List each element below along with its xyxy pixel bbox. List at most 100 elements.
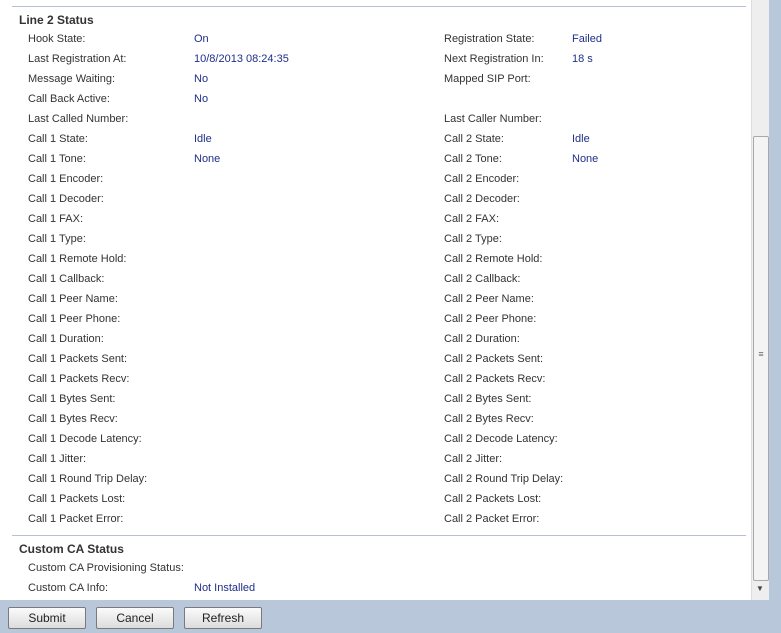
status-scroll-area[interactable]: Line 2 Status Hook State: On Registration … <box>8 0 750 600</box>
custom-ca-status-title: Custom CA Status <box>19 542 124 556</box>
status-row: Call 1 Packets Sent: Call 2 Packets Sent: <box>8 353 750 373</box>
status-label-left: Call 1 Peer Phone: <box>28 313 121 325</box>
status-label-right: Mapped SIP Port: <box>444 73 531 85</box>
status-value-left: Idle <box>194 133 212 145</box>
status-row: Last Registration At: 10/8/2013 08:24:35 N… <box>8 53 750 73</box>
status-label-left: Call Back Active: <box>28 93 110 105</box>
top-divider <box>12 6 746 7</box>
status-row: Call 1 Tone: None Call 2 Tone: None <box>8 153 750 173</box>
status-row: Call Back Active: No <box>8 93 750 113</box>
status-value-right: Failed <box>572 33 602 45</box>
status-label-left: Call 1 Bytes Sent: <box>28 393 116 405</box>
status-value-left: 10/8/2013 08:24:35 <box>194 53 289 65</box>
status-label-right: Call 2 State: <box>444 133 504 145</box>
status-label-left: Call 1 Duration: <box>28 333 104 345</box>
status-label-left: Call 1 Packets Sent: <box>28 353 128 365</box>
status-label-right: Last Caller Number: <box>444 113 542 125</box>
status-row: Call 1 Packets Lost: Call 2 Packets Lost: <box>8 493 750 513</box>
status-row: Call 1 Jitter: Call 2 Jitter: <box>8 453 750 473</box>
submit-button[interactable]: Submit <box>8 607 86 629</box>
status-label-right: Call 2 Packets Recv: <box>444 373 546 385</box>
status-label-right: Call 2 Bytes Sent: <box>444 393 532 405</box>
status-row: Call 1 Bytes Recv: Call 2 Bytes Recv: <box>8 413 750 433</box>
status-label-left: Call 1 Peer Name: <box>28 293 118 305</box>
grip-lines-icon: ≡ <box>758 349 764 359</box>
status-row: Call 1 Decode Latency: Call 2 Decode Late… <box>8 433 750 453</box>
status-row: Call 1 Peer Phone: Call 2 Peer Phone: <box>8 313 750 333</box>
status-label-left: Call 1 Round Trip Delay: <box>28 473 148 485</box>
status-label-left: Call 1 Callback: <box>28 273 105 285</box>
status-label-right: Next Registration In: <box>444 53 544 65</box>
vertical-scrollbar[interactable]: ≡ ▼ <box>751 0 769 600</box>
status-row: Custom CA Provisioning Status: <box>8 562 750 582</box>
arrow-down-icon[interactable]: ▼ <box>755 584 765 596</box>
status-label-left: Message Waiting: <box>28 73 116 85</box>
status-label-right: Call 2 Peer Phone: <box>444 313 537 325</box>
status-label-left: Call 1 Jitter: <box>28 453 87 465</box>
status-label-left: Call 1 FAX: <box>28 213 84 225</box>
status-row: Call 1 Bytes Sent: Call 2 Bytes Sent: <box>8 393 750 413</box>
status-label-right: Call 2 Encoder: <box>444 173 520 185</box>
status-label-right: Call 2 Remote Hold: <box>444 253 543 265</box>
status-label-left: Call 1 Bytes Recv: <box>28 413 118 425</box>
status-value-left: Not Installed <box>194 582 256 594</box>
status-label-right: Call 2 Decode Latency: <box>444 433 558 445</box>
section-divider <box>12 535 746 536</box>
status-label-right: Call 2 Bytes Recv: <box>444 413 534 425</box>
status-label-left: Call 1 Tone: <box>28 153 86 165</box>
status-label-left: Last Registration At: <box>28 53 127 65</box>
status-row: Call 1 Packet Error: Call 2 Packet Error: <box>8 513 750 533</box>
frame-edge <box>769 0 781 600</box>
status-label-right: Call 2 FAX: <box>444 213 500 225</box>
status-row: Call 1 State: Idle Call 2 State: Idle <box>8 133 750 153</box>
line2-status-title: Line 2 Status <box>19 13 94 27</box>
status-label-left: Call 1 Packets Recv: <box>28 373 130 385</box>
status-value-left: None <box>194 153 221 165</box>
status-label-right: Call 2 Tone: <box>444 153 502 165</box>
status-row: Call 1 Packets Recv: Call 2 Packets Recv: <box>8 373 750 393</box>
status-label-left: Call 1 Decoder: <box>28 193 104 205</box>
status-row: Call 1 Remote Hold: Call 2 Remote Hold: <box>8 253 750 273</box>
status-label-right: Call 2 Jitter: <box>444 453 503 465</box>
scrollbar-thumb[interactable]: ≡ <box>753 136 769 581</box>
status-row: Last Called Number: Last Caller Number: <box>8 113 750 133</box>
status-label-right: Registration State: <box>444 33 535 45</box>
refresh-button[interactable]: Refresh <box>184 607 262 629</box>
status-label-left: Custom CA Provisioning Status: <box>28 562 184 574</box>
status-row: Call 1 Peer Name: Call 2 Peer Name: <box>8 293 750 313</box>
status-row: Call 1 Round Trip Delay: Call 2 Round Tri… <box>8 473 750 493</box>
status-value-right: 18 s <box>572 53 593 65</box>
status-row: Call 1 FAX: Call 2 FAX: <box>8 213 750 233</box>
status-label-right: Call 2 Packets Sent: <box>444 353 544 365</box>
status-label-left: Call 1 Packets Lost: <box>28 493 126 505</box>
status-row: Message Waiting: No Mapped SIP Port: <box>8 73 750 93</box>
status-row: Call 1 Type: Call 2 Type: <box>8 233 750 253</box>
status-label-left: Call 1 Remote Hold: <box>28 253 127 265</box>
status-row: Hook State: On Registration State: Failed <box>8 33 750 53</box>
status-label-left: Call 1 Type: <box>28 233 86 245</box>
status-row: Call 1 Encoder: Call 2 Encoder: <box>8 173 750 193</box>
content-frame: Line 2 Status Hook State: On Registration … <box>0 0 781 600</box>
button-bar: Submit Cancel Refresh <box>0 600 781 633</box>
status-row: Call 1 Duration: Call 2 Duration: <box>8 333 750 353</box>
status-label-right: Call 2 Type: <box>444 233 502 245</box>
cancel-button[interactable]: Cancel <box>96 607 174 629</box>
status-row: Custom CA Info: Not Installed <box>8 582 750 600</box>
status-value-left: No <box>194 93 209 105</box>
status-label-right: Call 2 Callback: <box>444 273 521 285</box>
status-label-right: Call 2 Packets Lost: <box>444 493 542 505</box>
status-row: Call 1 Callback: Call 2 Callback: <box>8 273 750 293</box>
status-label-right: Call 2 Decoder: <box>444 193 520 205</box>
status-label-left: Call 1 Decode Latency: <box>28 433 142 445</box>
status-label-left: Call 1 Packet Error: <box>28 513 124 525</box>
status-label-right: Call 2 Peer Name: <box>444 293 534 305</box>
status-label-left: Call 1 State: <box>28 133 88 145</box>
status-value-right: Idle <box>572 133 590 145</box>
status-label-left: Last Called Number: <box>28 113 129 125</box>
status-label-right: Call 2 Duration: <box>444 333 520 345</box>
status-label-left: Call 1 Encoder: <box>28 173 104 185</box>
status-label-left: Hook State: <box>28 33 86 45</box>
status-row: Call 1 Decoder: Call 2 Decoder: <box>8 193 750 213</box>
status-value-left: No <box>194 73 209 85</box>
status-label-right: Call 2 Packet Error: <box>444 513 540 525</box>
